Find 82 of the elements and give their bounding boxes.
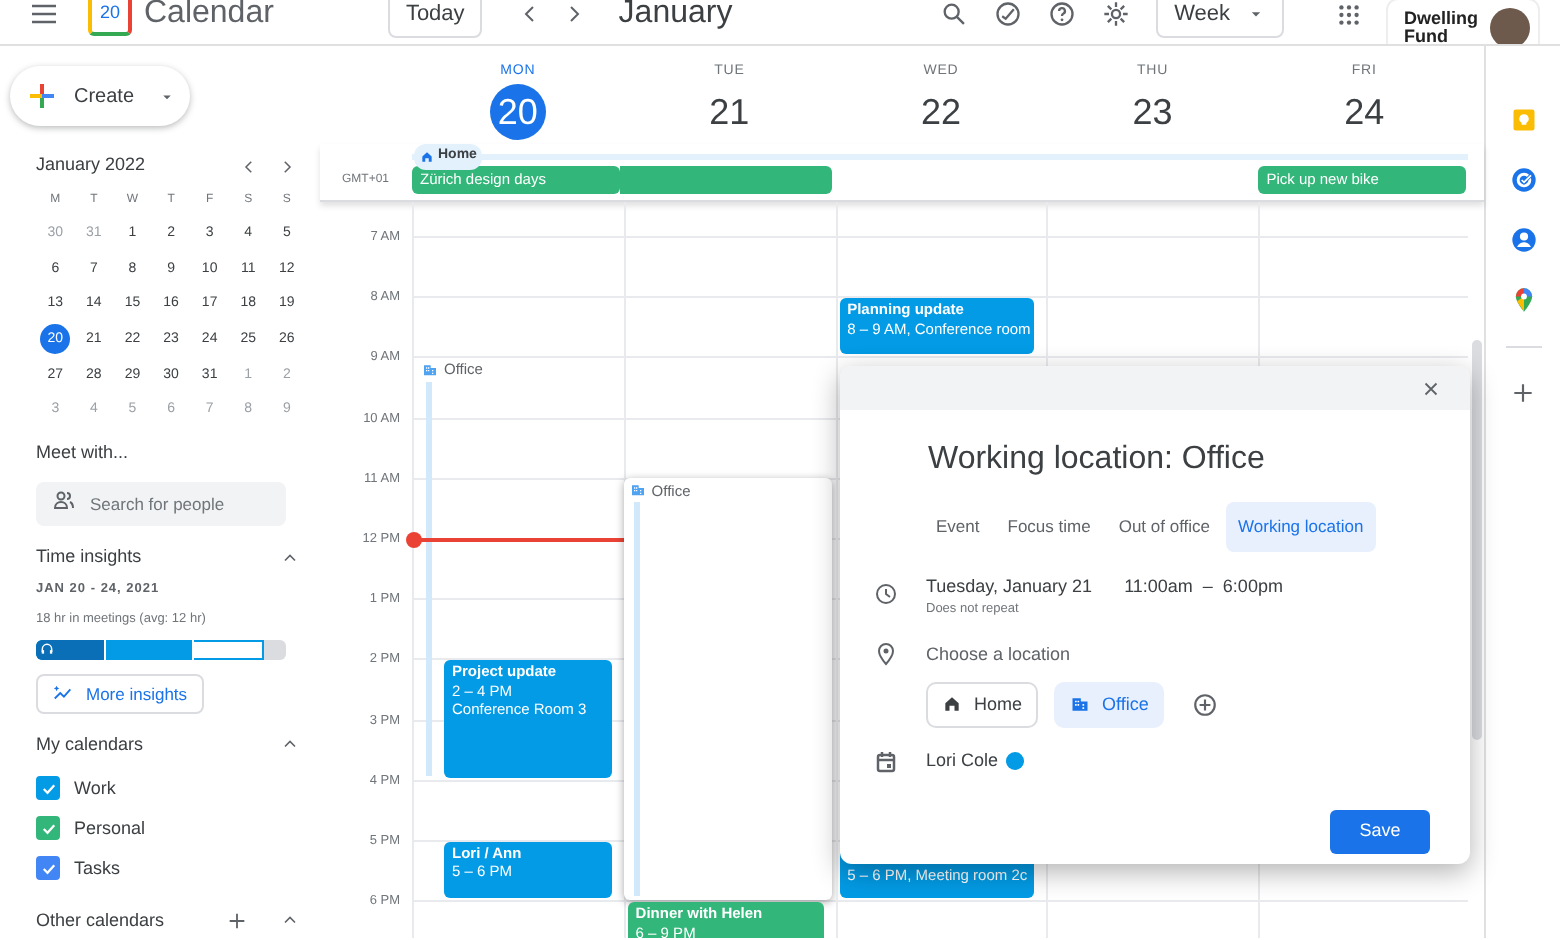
scrollbar[interactable] xyxy=(1472,340,1482,740)
section-title: Meet with... xyxy=(34,439,131,466)
apps-grid-icon xyxy=(1335,1,1362,27)
chevron-left-icon xyxy=(240,157,258,175)
day-number[interactable]: 20 xyxy=(489,84,546,140)
close-icon xyxy=(1420,377,1442,399)
more-insights-button[interactable]: More insights xyxy=(36,673,204,715)
tasks-button[interactable] xyxy=(1509,166,1537,194)
dialog-title: Working location: Office xyxy=(926,440,1267,480)
tab[interactable]: Focus time xyxy=(995,502,1103,552)
brand-text: Dwelling xyxy=(1403,10,1478,28)
location-option[interactable]: Office xyxy=(1054,681,1165,728)
location-pin-icon xyxy=(874,642,898,666)
building-icon xyxy=(422,362,438,379)
add-calendar-button[interactable] xyxy=(226,909,248,932)
help-icon xyxy=(1048,0,1077,28)
calendar-label: Personal xyxy=(74,815,146,842)
view-dropdown[interactable]: Week xyxy=(1156,0,1284,37)
insights-icon xyxy=(52,682,74,705)
calendar-logo: 20 xyxy=(88,0,132,36)
save-button[interactable]: Save xyxy=(1330,810,1430,854)
mini-calendar-title: January 2022 xyxy=(36,152,146,179)
checkbox[interactable] xyxy=(36,856,60,881)
section-title: Other calendars xyxy=(36,907,165,934)
status-button[interactable] xyxy=(994,0,1023,28)
chevron-right-icon xyxy=(278,157,296,175)
calendar-name[interactable]: Lori Cole xyxy=(926,748,999,775)
building-icon xyxy=(629,482,646,499)
tab[interactable]: Working location xyxy=(1226,502,1376,552)
checkmark-icon xyxy=(39,819,57,838)
plus-icon xyxy=(1510,380,1536,406)
account-chip[interactable]: Dwelling Fund xyxy=(1385,0,1540,44)
home-icon xyxy=(420,149,434,164)
calendar-label: Tasks xyxy=(74,855,121,882)
checkmark-icon xyxy=(39,859,57,878)
close-button[interactable] xyxy=(1420,377,1442,399)
brand-text: Fund xyxy=(1403,28,1448,44)
tab[interactable]: Event xyxy=(924,502,992,552)
search-button[interactable] xyxy=(940,0,969,28)
add-addon-button[interactable] xyxy=(1510,380,1536,406)
next-month-button[interactable] xyxy=(278,157,296,175)
add-location-button[interactable] xyxy=(1192,691,1219,718)
apps-button[interactable] xyxy=(1335,1,1362,27)
settings-button[interactable] xyxy=(1102,0,1131,28)
calendar-label: Work xyxy=(74,775,116,802)
checkbox[interactable] xyxy=(36,816,60,841)
building-icon xyxy=(1070,694,1091,715)
section-title: My calendars xyxy=(36,731,144,758)
plus-icon xyxy=(226,909,248,932)
clock-icon xyxy=(874,581,898,606)
day-number[interactable]: 22 xyxy=(912,84,969,140)
settings-icon xyxy=(1102,0,1131,28)
create-button[interactable]: Create xyxy=(10,66,190,126)
lightbulb-icon xyxy=(1509,106,1537,134)
check-circle-icon xyxy=(994,0,1023,28)
contacts-button[interactable] xyxy=(1509,226,1537,254)
help-button[interactable] xyxy=(1048,0,1077,28)
section-title: Time insights xyxy=(36,544,142,571)
current-time-dot xyxy=(406,531,422,547)
tab[interactable]: Out of office xyxy=(1106,502,1223,552)
event-date[interactable]: Tuesday, January 21 xyxy=(926,573,1093,601)
today-button[interactable]: Today xyxy=(387,0,483,37)
checkmark-icon xyxy=(39,779,57,798)
period-title: January xyxy=(618,0,733,34)
add-circle-icon xyxy=(1192,691,1219,718)
location-prompt: Choose a location xyxy=(926,642,1073,668)
avatar xyxy=(1490,8,1530,44)
tasks-icon xyxy=(1509,166,1537,194)
day-number[interactable]: 21 xyxy=(701,84,758,140)
previous-month-button[interactable] xyxy=(240,157,258,175)
day-number[interactable]: 24 xyxy=(1336,84,1393,140)
plus-icon xyxy=(26,80,58,112)
location-option[interactable]: Home xyxy=(926,681,1039,728)
day-number[interactable]: 23 xyxy=(1124,84,1181,140)
home-icon xyxy=(942,694,962,715)
search-icon xyxy=(940,0,969,28)
people-icon xyxy=(52,488,76,513)
calendar-icon xyxy=(874,749,898,774)
event-time[interactable]: 11:00am – 6:00pm xyxy=(1124,573,1283,601)
contacts-icon xyxy=(1509,226,1537,254)
people-search-field[interactable]: Search for people xyxy=(36,482,286,527)
checkbox[interactable] xyxy=(36,776,60,801)
